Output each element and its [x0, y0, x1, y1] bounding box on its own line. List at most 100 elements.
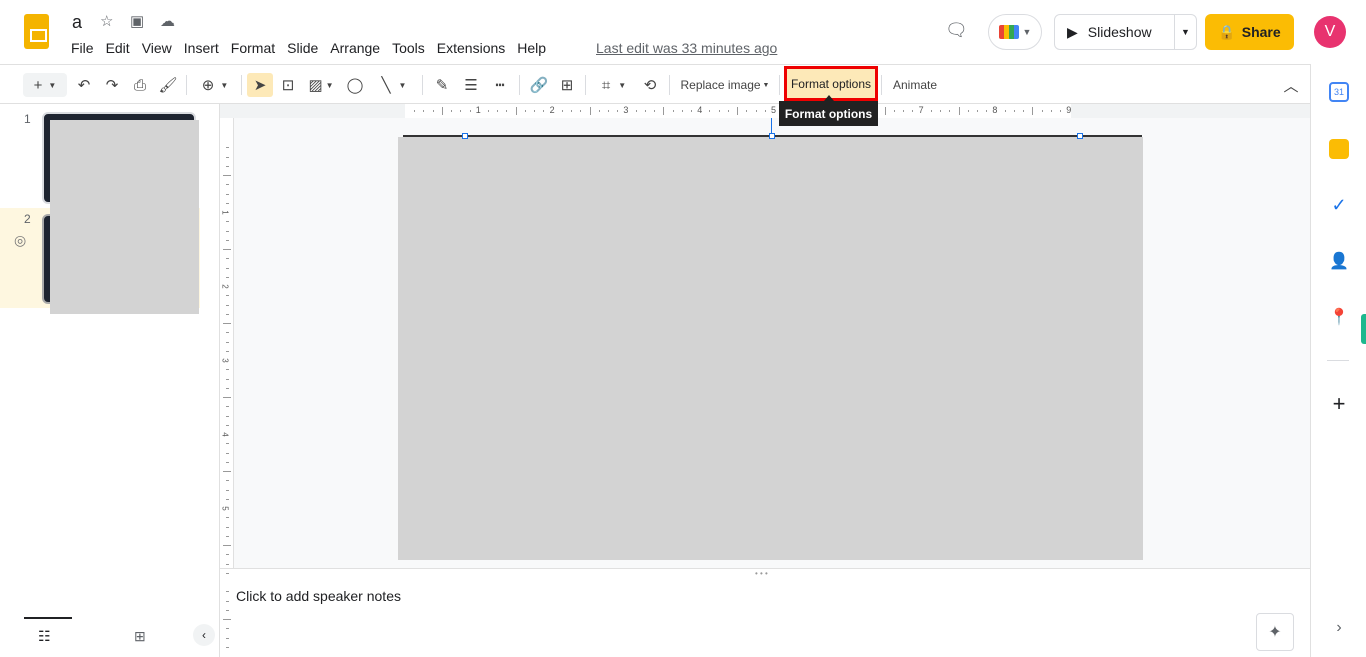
vertical-ruler[interactable]: 1 2 3 4 5 [220, 118, 234, 648]
maps-icon[interactable]: 📍 [1329, 307, 1349, 327]
menu-format[interactable]: Format [231, 40, 275, 56]
ruler-tick [226, 554, 229, 556]
slides-logo[interactable] [24, 14, 49, 49]
image-icon[interactable]: ▨ ▼ [305, 73, 337, 97]
reset-image-icon[interactable]: ⟲ [639, 73, 661, 97]
ruler-tick [223, 397, 231, 398]
ruler-tick [226, 526, 229, 528]
contacts-icon[interactable]: 👤 [1329, 251, 1349, 271]
document-title[interactable]: a [72, 12, 82, 33]
menu-edit[interactable]: Edit [106, 40, 130, 56]
calendar-icon[interactable]: 31 [1329, 82, 1349, 102]
ruler-tick [589, 107, 591, 115]
ruler-tick [226, 498, 229, 500]
add-comment-icon[interactable]: ⊞ [556, 73, 578, 97]
resize-notes-handle[interactable]: • • • [755, 569, 768, 578]
menu-extensions[interactable]: Extensions [437, 40, 505, 56]
ruler-tick [223, 471, 231, 472]
menu-bar: File Edit View Insert Format Slide Arran… [71, 40, 558, 56]
text-box-icon[interactable]: ⊡ [277, 73, 299, 97]
ruler-tick [226, 461, 229, 463]
slide-image-placeholder[interactable] [398, 137, 1143, 560]
new-slide-button[interactable]: + ▼ [23, 73, 67, 97]
slideshow-button[interactable]: ▶ Slideshow ▼ [1054, 14, 1197, 50]
ruler-tick [737, 107, 739, 115]
ruler-tick [755, 110, 757, 112]
speaker-notes[interactable]: • • • Click to add speaker notes ✦ [220, 568, 1310, 657]
print-icon[interactable]: ⎙ [129, 73, 151, 97]
ruler-tick [746, 110, 748, 112]
cloud-status-icon[interactable]: ☁ [160, 12, 175, 30]
last-edit-link[interactable]: Last edit was 33 minutes ago [596, 40, 777, 56]
ruler-label: 1 [475, 105, 481, 115]
line-icon[interactable]: ╲ ▼ [374, 73, 414, 97]
ruler-tick [226, 230, 229, 232]
menu-file[interactable]: File [71, 40, 94, 56]
animate-button[interactable]: Animate [888, 73, 942, 97]
star-icon[interactable]: ☆ [100, 12, 113, 30]
border-dash-icon[interactable]: ┅ [489, 73, 511, 97]
grid-view-icon[interactable]: ⊞ [134, 628, 146, 645]
ruler-tick [497, 110, 499, 112]
notes-placeholder[interactable]: Click to add speaker notes [236, 588, 401, 604]
collapse-toolbar-icon[interactable]: ︿ [1280, 73, 1302, 97]
border-color-icon[interactable]: ✎ [431, 73, 453, 97]
ruler-tick [451, 110, 453, 112]
ruler-tick [949, 110, 951, 112]
tasks-icon[interactable]: ✓ [1329, 195, 1349, 215]
replace-image-button[interactable]: Replace image ▼ [678, 73, 772, 97]
ruler-tick [976, 110, 978, 112]
menu-slide[interactable]: Slide [287, 40, 318, 56]
ruler-tick [986, 110, 988, 112]
ruler-tick [226, 424, 229, 426]
ruler-tick [930, 110, 932, 112]
border-weight-icon[interactable]: ☰ [460, 73, 482, 97]
ruler-tick [1013, 110, 1015, 112]
ruler-tick [607, 110, 609, 112]
comments-icon[interactable]: 🗨 [945, 20, 968, 41]
move-folder-icon[interactable]: ▣ [130, 12, 144, 30]
menu-help[interactable]: Help [517, 40, 546, 56]
ruler-tick [226, 258, 229, 260]
ruler-tick [598, 110, 600, 112]
keep-icon[interactable] [1329, 139, 1349, 159]
redo-icon[interactable]: ↷ [101, 73, 123, 97]
ruler-tick [226, 147, 229, 149]
filmstrip-view-icon[interactable]: ☷ [38, 628, 51, 645]
ruler-tick [709, 110, 711, 112]
meet-button[interactable]: ▼ [988, 14, 1042, 50]
ruler-label: 4 [220, 432, 230, 437]
paint-format-icon[interactable]: 🖌 [157, 73, 179, 97]
menu-arrange[interactable]: Arrange [330, 40, 380, 56]
collapse-panel-icon[interactable]: ‹ [193, 624, 215, 646]
ruler-tick [226, 184, 229, 186]
ruler-tick [635, 110, 637, 112]
explore-icon[interactable]: ✦ [1256, 613, 1294, 651]
zoom-button[interactable]: ⊕ ▼ [195, 73, 235, 97]
link-icon[interactable]: 🔗 [527, 73, 551, 97]
play-icon: ▶ [1067, 23, 1078, 40]
crop-icon[interactable]: ⌗ ▼ [594, 73, 634, 97]
ruler-tick [223, 249, 231, 250]
ruler-tick [912, 110, 914, 112]
shape-icon[interactable]: ◯ [344, 73, 366, 97]
select-icon[interactable]: ➤ [247, 73, 273, 97]
ruler-tick [561, 110, 563, 112]
ruler-tick [534, 110, 536, 112]
menu-tools[interactable]: Tools [392, 40, 425, 56]
ruler-label: 2 [220, 284, 230, 289]
ruler-tick [681, 110, 683, 112]
resize-handle[interactable] [1077, 133, 1083, 139]
ruler-tick [226, 563, 229, 565]
resize-handle[interactable] [769, 133, 775, 139]
avatar[interactable]: V [1314, 16, 1346, 48]
menu-insert[interactable]: Insert [184, 40, 219, 56]
resize-handle[interactable] [462, 133, 468, 139]
menu-view[interactable]: View [142, 40, 172, 56]
add-addon-icon[interactable]: + [1329, 393, 1349, 415]
expand-panel-icon[interactable]: › [1329, 619, 1349, 639]
ruler-tick [226, 165, 229, 167]
undo-icon[interactable]: ↶ [73, 73, 95, 97]
share-button[interactable]: 🔒 Share [1205, 14, 1294, 50]
slideshow-dropdown[interactable]: ▼ [1174, 15, 1196, 49]
